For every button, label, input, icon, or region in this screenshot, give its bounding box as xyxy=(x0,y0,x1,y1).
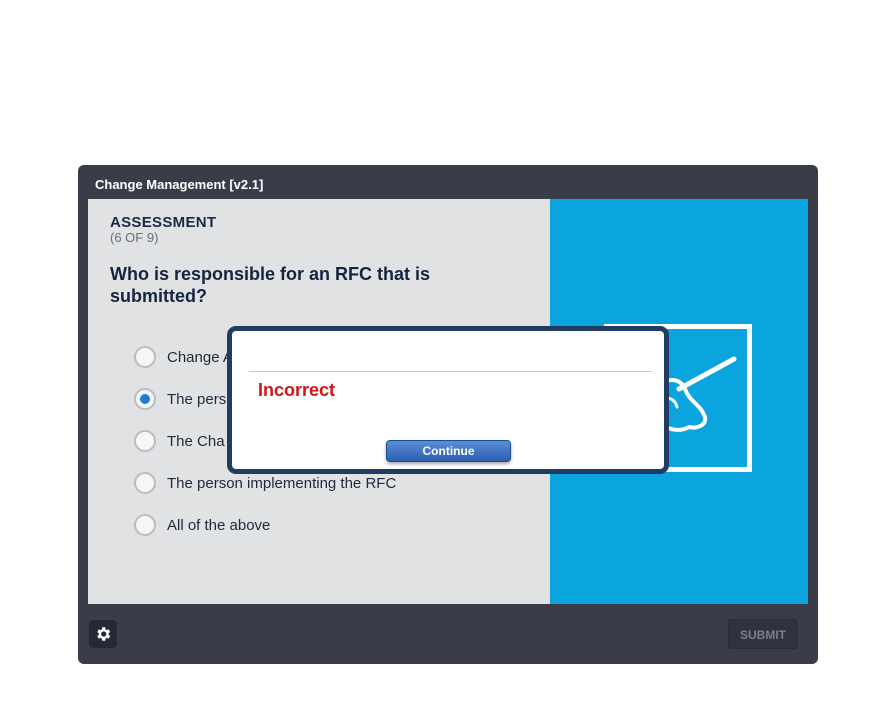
feedback-dialog: Incorrect Continue xyxy=(227,326,669,474)
radio-button[interactable] xyxy=(134,430,156,452)
settings-button[interactable] xyxy=(89,620,117,648)
radio-button-selected[interactable] xyxy=(134,388,156,410)
continue-button[interactable]: Continue xyxy=(386,440,511,462)
feedback-result: Incorrect xyxy=(258,380,336,400)
question-text: Who is responsible for an RFC that is su… xyxy=(110,264,431,306)
gear-icon xyxy=(97,627,111,641)
radio-button[interactable] xyxy=(134,472,156,494)
answer-label: The pers xyxy=(167,391,227,408)
answer-label: All of the above xyxy=(167,517,271,534)
radio-button[interactable] xyxy=(134,514,156,536)
course-title: Change Management [v2.1] xyxy=(95,177,264,192)
assessment-heading: ASSESSMENT xyxy=(110,214,217,231)
answer-label: The Cha xyxy=(167,433,225,450)
title-bar: Change Management [v2.1] xyxy=(78,165,818,199)
radio-button[interactable] xyxy=(134,346,156,368)
answer-label: Change A xyxy=(167,349,233,366)
question-progress: (6 OF 9) xyxy=(110,230,159,245)
divider xyxy=(249,371,652,372)
answer-label: The person implementing the RFC xyxy=(167,475,397,492)
submit-button[interactable]: SUBMIT xyxy=(728,619,798,649)
